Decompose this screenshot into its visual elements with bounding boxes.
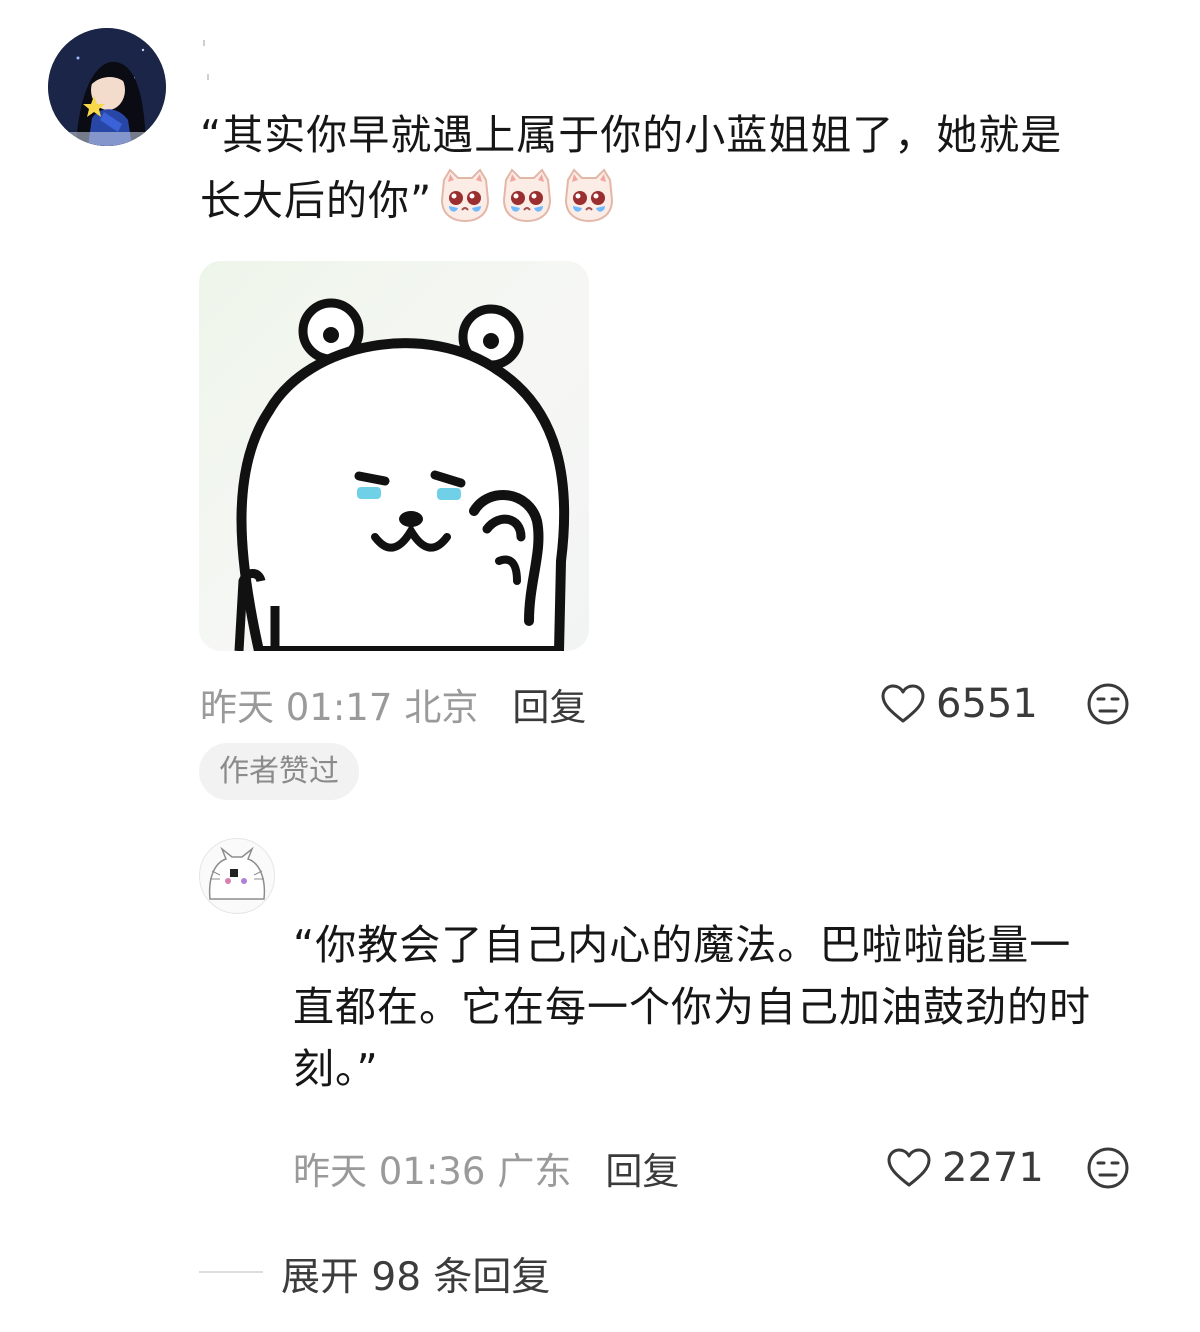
reply-text: “你教会了自己内心的魔法。巴啦啦能量一 直都在。它在每一个你为自己加油鼓劲的时 … bbox=[293, 914, 1163, 1100]
comment-text-line: “其实你早就遇上属于你的小蓝姐姐了，她就是 bbox=[200, 111, 1063, 159]
expand-replies-button[interactable]: 展开 98 条回复 bbox=[281, 1246, 550, 1302]
user-avatar[interactable] bbox=[48, 28, 166, 146]
reply-text-line: 刻。” bbox=[293, 1045, 379, 1093]
expand-divider bbox=[199, 1271, 263, 1273]
reply-meta: 昨天 01:36 广东 回复 bbox=[293, 1142, 679, 1194]
reply-user-avatar[interactable] bbox=[199, 838, 275, 914]
reply-like-button[interactable]: 2271 bbox=[886, 1142, 1044, 1194]
username-mark bbox=[207, 74, 209, 80]
comment-text: “其实你早就遇上属于你的小蓝姐姐了，她就是 长大后的你” bbox=[200, 104, 1160, 241]
reply-reply-button[interactable]: 回复 bbox=[605, 1141, 679, 1195]
dislike-face-icon[interactable] bbox=[1086, 1146, 1130, 1190]
author-liked-badge: 作者赞过 bbox=[199, 743, 359, 800]
like-count: 6551 bbox=[936, 681, 1038, 727]
comment-meta: 昨天 01:17 北京 回复 bbox=[200, 678, 586, 730]
reply-location: 广东 bbox=[497, 1150, 572, 1193]
reply-text-line: 直都在。它在每一个你为自己加油鼓劲的时 bbox=[293, 983, 1091, 1031]
heart-icon bbox=[881, 684, 925, 723]
comment-location: 北京 bbox=[404, 686, 479, 729]
like-button[interactable]: 6551 bbox=[880, 678, 1038, 730]
crying-cat-emoji-icon bbox=[560, 166, 618, 241]
comment-text-line2: 长大后的你” bbox=[200, 176, 433, 225]
crying-bear-sticker[interactable] bbox=[199, 261, 589, 651]
bear-sticker-image bbox=[234, 298, 570, 651]
reply-text-line: “你教会了自己内心的魔法。巴啦啦能量一 bbox=[293, 921, 1072, 969]
crying-cat-emoji-icon bbox=[498, 166, 556, 241]
crying-cat-emoji-icon bbox=[436, 166, 494, 241]
comment-time: 昨天 01:17 bbox=[200, 686, 393, 729]
avatar-anime-girl-image bbox=[48, 28, 166, 146]
avatar-cat-image bbox=[208, 846, 266, 900]
username-mark bbox=[203, 40, 205, 46]
reply-button[interactable]: 回复 bbox=[512, 677, 586, 731]
heart-icon bbox=[887, 1148, 931, 1187]
reply-time: 昨天 01:36 bbox=[293, 1150, 486, 1193]
comment-text-line: 长大后的你” bbox=[200, 166, 1160, 241]
reply-like-count: 2271 bbox=[942, 1145, 1044, 1191]
dislike-face-icon[interactable] bbox=[1086, 682, 1130, 726]
